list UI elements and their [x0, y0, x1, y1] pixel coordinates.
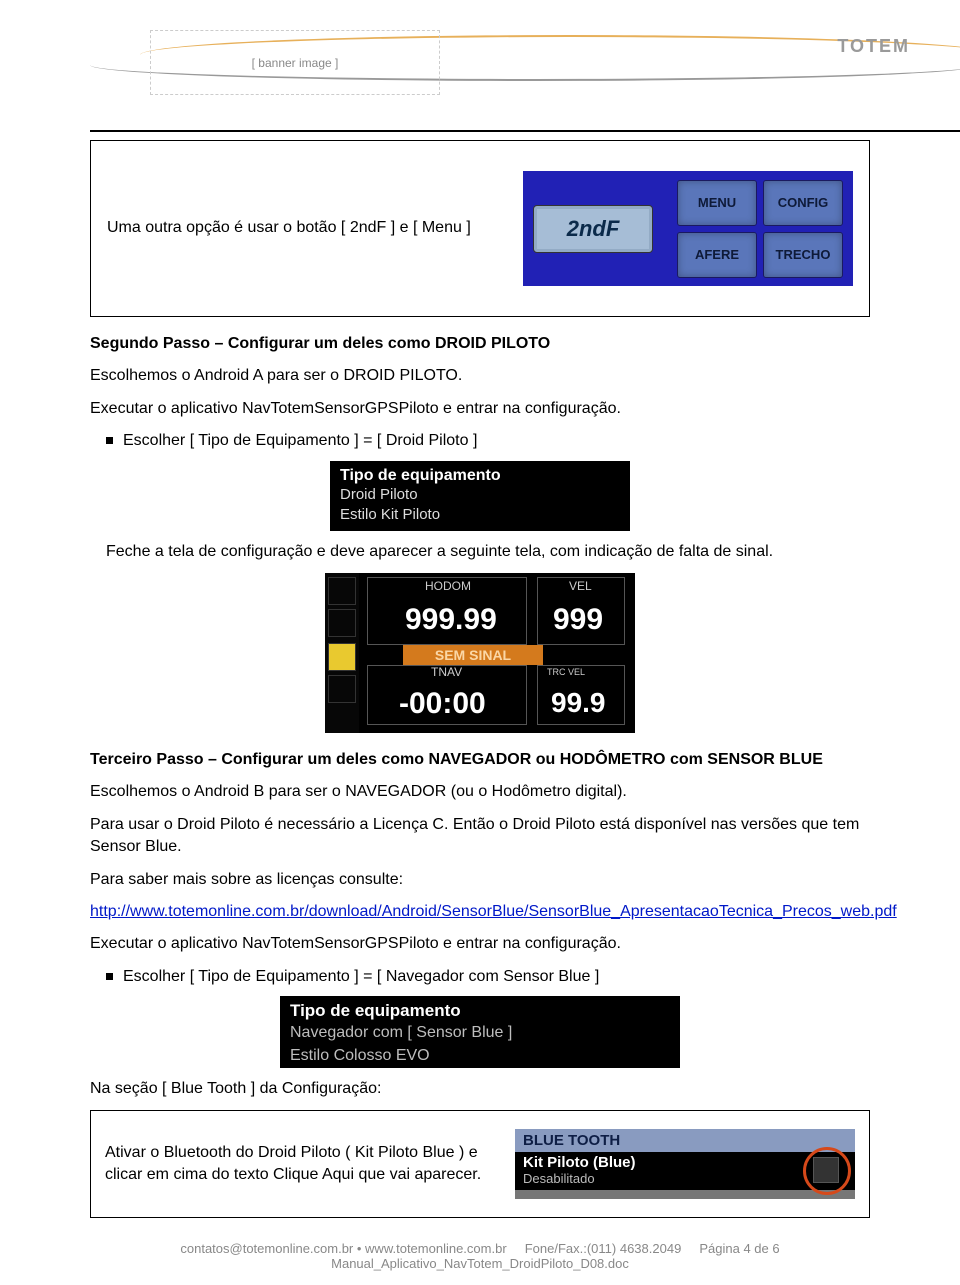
- tipo1-option1: Droid Piloto: [340, 485, 620, 505]
- menu-button-menu[interactable]: MENU: [677, 180, 757, 226]
- bluetooth-instruction-box: Ativar o Bluetooth do Droid Piloto ( Kit…: [90, 1110, 870, 1218]
- sem-sinal-banner: SEM SINAL: [403, 645, 543, 665]
- tipo2-title: Tipo de equipamento: [290, 1001, 670, 1021]
- step2-line2: Executar o aplicativo NavTotemSensorGPSP…: [90, 398, 870, 420]
- page-header: [ banner image ] TOTEM: [90, 0, 870, 120]
- tipo1-option2: Estilo Kit Piloto: [340, 505, 620, 525]
- trcvel-value: 99.9: [551, 687, 606, 719]
- step3-line5: Na seção [ Blue Tooth ] da Configuração:: [90, 1078, 870, 1100]
- menu-button-config[interactable]: CONFIG: [763, 180, 843, 226]
- header-banner-image: [ banner image ]: [150, 30, 440, 95]
- hodom-label: HODOM: [425, 579, 471, 593]
- step3-line4: Executar o aplicativo NavTotemSensorGPSP…: [90, 933, 870, 955]
- vel-label: VEL: [569, 579, 592, 593]
- footer-filename: Manual_Aplicativo_NavTotem_DroidPiloto_D…: [331, 1256, 629, 1271]
- hodom-value: 999.99: [405, 603, 497, 637]
- menu-button-trecho[interactable]: TRECHO: [763, 232, 843, 278]
- menu-button-afere[interactable]: AFERE: [677, 232, 757, 278]
- tnav-label: TNAV: [431, 665, 462, 679]
- page-footer: contatos@totemonline.com.br • www.totemo…: [0, 1241, 960, 1271]
- screenshot-2ndf-menu: 2ndF MENU CONFIG AFERE TRECHO: [523, 171, 853, 286]
- bluetooth-section-header: BLUE TOOTH: [515, 1129, 855, 1152]
- footer-phone: Fone/Fax.:(011) 4638.2049: [525, 1241, 682, 1256]
- screenshot-bluetooth-section: BLUE TOOTH Kit Piloto (Blue) Desabilitad…: [515, 1129, 855, 1199]
- footer-page-number: Página 4 de 6: [699, 1241, 779, 1256]
- license-pdf-link[interactable]: http://www.totemonline.com.br/download/A…: [90, 903, 897, 920]
- bluetooth-device-name: Kit Piloto (Blue): [523, 1154, 847, 1171]
- tipo1-title: Tipo de equipamento: [340, 467, 620, 485]
- bluetooth-device-status: Desabilitado: [523, 1171, 847, 1186]
- bullet-square-icon: [106, 973, 113, 980]
- step3-line1: Escolhemos o Android B para ser o NAVEGA…: [90, 781, 870, 803]
- header-divider: [90, 130, 960, 132]
- step3-heading: Terceiro Passo – Configurar um deles com…: [90, 749, 870, 771]
- option-box-1-text: Uma outra opção é usar o botão [ 2ndF ] …: [107, 217, 523, 239]
- trcvel-label: TRC VEL: [547, 667, 585, 677]
- step2-heading: Segundo Passo – Configurar um deles como…: [90, 333, 870, 355]
- step2-line3: Feche a tela de configuração e deve apar…: [106, 541, 870, 563]
- tnav-value: -00:00: [399, 687, 486, 721]
- step2-bullet1: Escolher [ Tipo de Equipamento ] = [ Dro…: [106, 430, 870, 452]
- tipo2-option1: Navegador com [ Sensor Blue ]: [290, 1021, 670, 1044]
- option-box-1: Uma outra opção é usar o botão [ 2ndF ] …: [90, 140, 870, 317]
- screenshot-tipo-equipamento-1: Tipo de equipamento Droid Piloto Estilo …: [330, 461, 630, 531]
- step3-bullet1-text: Escolher [ Tipo de Equipamento ] = [ Nav…: [123, 966, 599, 988]
- step2-line1: Escolhemos o Android A para ser o DROID …: [90, 365, 870, 387]
- screenshot-tipo-equipamento-2: Tipo de equipamento Navegador com [ Sens…: [280, 996, 680, 1068]
- footer-contacts: contatos@totemonline.com.br • www.totemo…: [180, 1241, 506, 1256]
- tipo2-option2: Estilo Colosso EVO: [290, 1044, 670, 1067]
- button-2ndf[interactable]: 2ndF: [533, 205, 653, 253]
- bullet-square-icon: [106, 437, 113, 444]
- bluetooth-instruction-text: Ativar o Bluetooth do Droid Piloto ( Kit…: [105, 1142, 495, 1187]
- step3-line2: Para usar o Droid Piloto é necessário a …: [90, 814, 870, 859]
- step3-bullet1: Escolher [ Tipo de Equipamento ] = [ Nav…: [106, 966, 870, 988]
- brand-text: TOTEM: [837, 36, 910, 57]
- vel-value: 999: [553, 603, 603, 637]
- step3-line3: Para saber mais sobre as licenças consul…: [90, 869, 870, 891]
- step2-bullet1-text: Escolher [ Tipo de Equipamento ] = [ Dro…: [123, 430, 477, 452]
- screenshot-no-signal-display: HODOM 999.99 VEL 999 SEM SINAL TNAV -00:…: [325, 573, 635, 733]
